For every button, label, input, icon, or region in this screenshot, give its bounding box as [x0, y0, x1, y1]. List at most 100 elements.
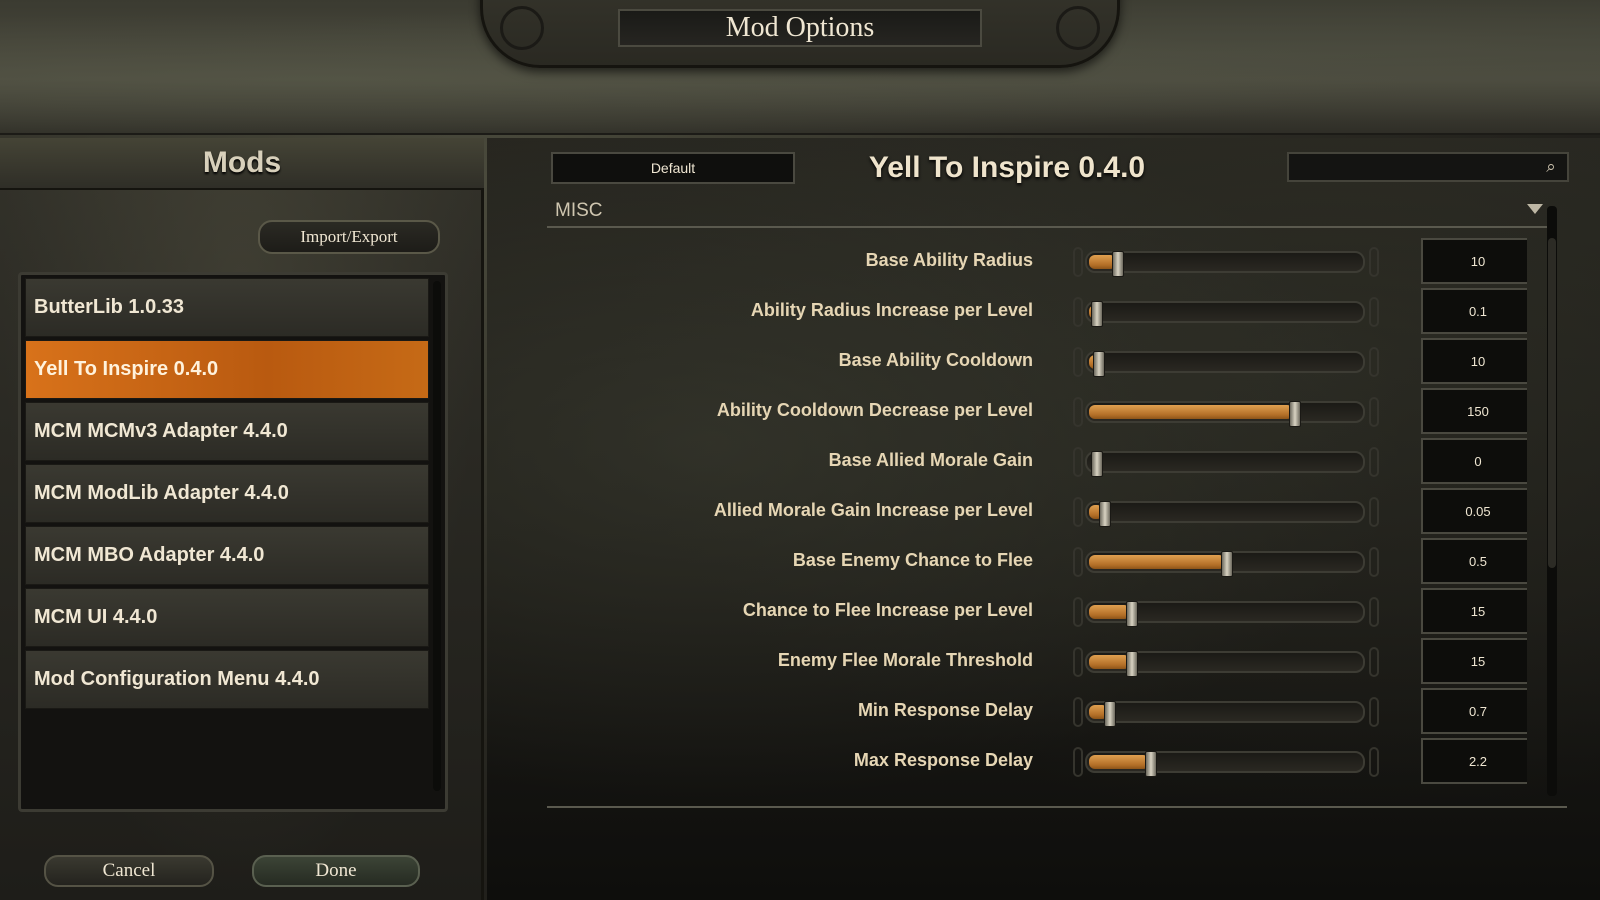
- slider-cap: [1073, 347, 1083, 377]
- setting-row: Allied Morale Gain Increase per Level 0.0…: [547, 488, 1527, 538]
- setting-slider[interactable]: [1073, 547, 1379, 577]
- setting-value-input[interactable]: 10: [1421, 338, 1527, 384]
- slider-handle[interactable]: [1099, 501, 1111, 527]
- setting-value-input[interactable]: 0.7: [1421, 688, 1527, 734]
- setting-label: Base Ability Radius: [865, 250, 1033, 270]
- setting-label: Max Response Delay: [853, 750, 1033, 770]
- setting-slider[interactable]: [1073, 447, 1379, 477]
- settings-group-header[interactable]: MISC: [547, 198, 1547, 228]
- preset-dropdown[interactable]: Default: [551, 152, 795, 184]
- slider-cap: [1369, 497, 1379, 527]
- setting-row: Enemy Flee Morale Threshold 15: [547, 638, 1527, 688]
- slider-handle[interactable]: [1091, 451, 1103, 477]
- setting-row: Chance to Flee Increase per Level 15: [547, 588, 1527, 638]
- setting-value-input[interactable]: 150: [1421, 388, 1527, 434]
- cancel-button[interactable]: Cancel: [44, 855, 214, 887]
- mod-list: ButterLib 1.0.33 Yell To Inspire 0.4.0 M…: [18, 272, 448, 812]
- slider-track[interactable]: [1085, 501, 1365, 527]
- mod-list-item[interactable]: ButterLib 1.0.33: [25, 278, 429, 337]
- setting-value-input[interactable]: 15: [1421, 588, 1527, 634]
- slider-cap: [1369, 547, 1379, 577]
- mod-list-item-label: ButterLib 1.0.33: [34, 296, 185, 318]
- setting-slider[interactable]: [1073, 747, 1379, 777]
- slider-cap: [1073, 297, 1083, 327]
- setting-slider[interactable]: [1073, 397, 1379, 427]
- setting-row: Min Response Delay 0.7: [547, 688, 1527, 738]
- slider-handle[interactable]: [1104, 701, 1116, 727]
- slider-track[interactable]: [1085, 301, 1365, 327]
- slider-track[interactable]: [1085, 701, 1365, 727]
- setting-slider[interactable]: [1073, 347, 1379, 377]
- setting-slider[interactable]: [1073, 597, 1379, 627]
- setting-row: Base Allied Morale Gain 0: [547, 438, 1527, 488]
- settings-list: Base Ability Radius 10 Ability Radius Incr…: [547, 238, 1527, 794]
- slider-handle[interactable]: [1126, 601, 1138, 627]
- mod-list-item[interactable]: Mod Configuration Menu 4.4.0: [25, 650, 429, 709]
- setting-row: Max Response Delay 2.2: [547, 738, 1527, 788]
- import-export-button[interactable]: Import/Export: [258, 220, 440, 254]
- setting-slider[interactable]: [1073, 647, 1379, 677]
- setting-slider[interactable]: [1073, 497, 1379, 527]
- slider-handle[interactable]: [1112, 251, 1124, 277]
- setting-value-input[interactable]: 0.1: [1421, 288, 1527, 334]
- setting-label: Ability Radius Increase per Level: [750, 300, 1033, 320]
- mod-list-item[interactable]: MCM UI 4.4.0: [25, 588, 429, 647]
- slider-cap: [1369, 647, 1379, 677]
- setting-label: Allied Morale Gain Increase per Level: [713, 500, 1033, 520]
- mod-list-item[interactable]: MCM ModLib Adapter 4.4.0: [25, 464, 429, 523]
- slider-handle[interactable]: [1126, 651, 1138, 677]
- setting-value-input[interactable]: 15: [1421, 638, 1527, 684]
- divider: [547, 806, 1567, 808]
- setting-value-input[interactable]: 2.2: [1421, 738, 1527, 784]
- magnifier-icon[interactable]: ⌕: [1541, 157, 1561, 177]
- setting-label: Chance to Flee Increase per Level: [742, 600, 1033, 620]
- mods-header: Mods: [0, 138, 484, 190]
- slider-track[interactable]: [1085, 751, 1365, 777]
- setting-slider[interactable]: [1073, 697, 1379, 727]
- slider-track[interactable]: [1085, 651, 1365, 677]
- slider-handle[interactable]: [1145, 751, 1157, 777]
- done-button[interactable]: Done: [252, 855, 420, 887]
- slider-track[interactable]: [1085, 551, 1365, 577]
- slider-track[interactable]: [1085, 351, 1365, 377]
- settings-scrollbar-thumb[interactable]: [1548, 238, 1556, 568]
- setting-label: Base Allied Morale Gain: [828, 450, 1033, 470]
- slider-cap: [1369, 297, 1379, 327]
- slider-handle[interactable]: [1221, 551, 1233, 577]
- mod-list-item[interactable]: MCM MBO Adapter 4.4.0: [25, 526, 429, 585]
- slider-handle[interactable]: [1093, 351, 1105, 377]
- setting-value-input[interactable]: 10: [1421, 238, 1527, 284]
- setting-label: Ability Cooldown Decrease per Level: [716, 400, 1033, 420]
- slider-track[interactable]: [1085, 451, 1365, 477]
- setting-label: Min Response Delay: [857, 700, 1033, 720]
- setting-value-input[interactable]: 0: [1421, 438, 1527, 484]
- slider-track[interactable]: [1085, 251, 1365, 277]
- mod-list-item-label: Mod Configuration Menu 4.4.0: [34, 668, 320, 690]
- slider-cap: [1073, 597, 1083, 627]
- setting-slider[interactable]: [1073, 247, 1379, 277]
- settings-panel: Default Yell To Inspire 0.4.0 ⌕ MISC Bas…: [487, 138, 1600, 900]
- mod-list-item[interactable]: MCM MCMv3 Adapter 4.4.0: [25, 402, 429, 461]
- window-title: Mod Options: [725, 12, 875, 43]
- chevron-down-icon[interactable]: [1527, 204, 1543, 214]
- setting-label: Base Enemy Chance to Flee: [792, 550, 1033, 570]
- slider-handle[interactable]: [1289, 401, 1301, 427]
- setting-value-input[interactable]: 0.05: [1421, 488, 1527, 534]
- slider-fill: [1089, 655, 1130, 669]
- slider-track[interactable]: [1085, 401, 1365, 427]
- mod-list-item-selected[interactable]: Yell To Inspire 0.4.0: [25, 340, 429, 399]
- slider-cap: [1073, 397, 1083, 427]
- setting-value-input[interactable]: 0.5: [1421, 538, 1527, 584]
- slider-cap: [1369, 247, 1379, 277]
- settings-scrollbar[interactable]: [1547, 206, 1557, 796]
- slider-track[interactable]: [1085, 601, 1365, 627]
- mod-list-item-label: Yell To Inspire 0.4.0: [34, 358, 219, 380]
- mod-list-item-label: MCM MBO Adapter 4.4.0: [34, 544, 265, 566]
- setting-slider[interactable]: [1073, 297, 1379, 327]
- slider-cap: [1369, 697, 1379, 727]
- slider-handle[interactable]: [1091, 301, 1103, 327]
- search-input[interactable]: ⌕: [1287, 152, 1569, 182]
- mod-list-scrollbar[interactable]: [433, 281, 441, 791]
- celtic-knot-icon: [500, 6, 544, 50]
- slider-cap: [1073, 547, 1083, 577]
